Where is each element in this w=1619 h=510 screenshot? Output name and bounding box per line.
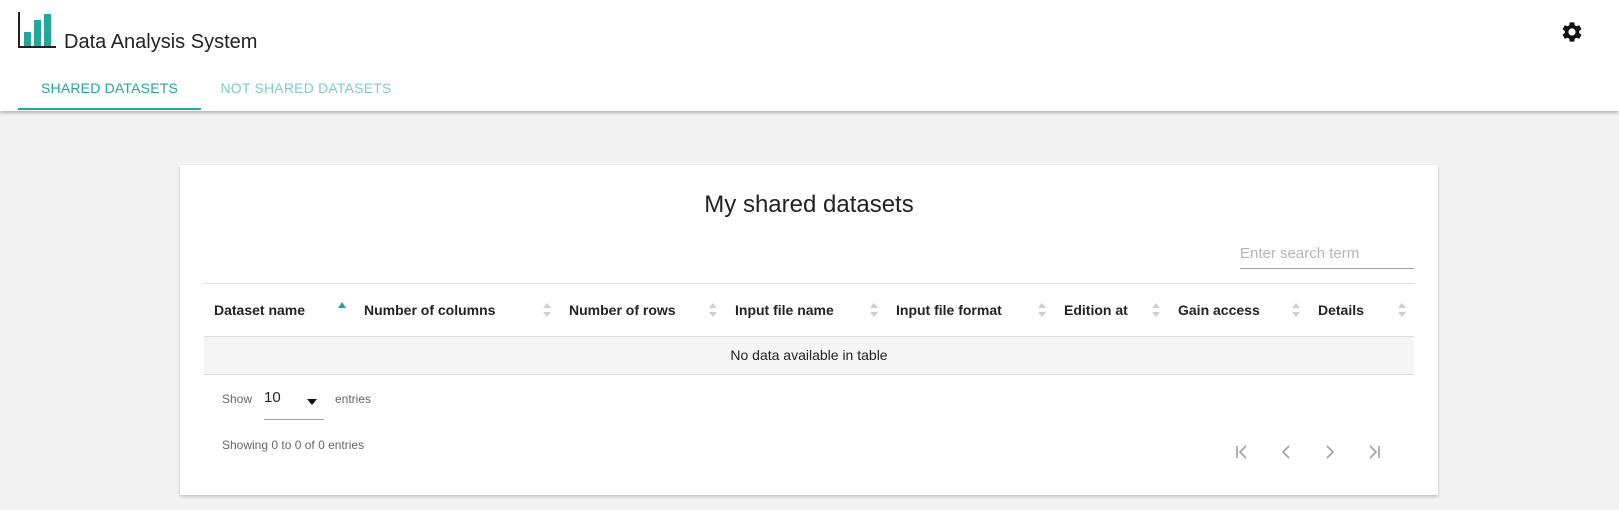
- first-page-icon[interactable]: [1231, 441, 1253, 463]
- show-label: Show: [222, 392, 253, 406]
- gear-icon[interactable]: [1560, 20, 1584, 44]
- tab-label: NOT SHARED DATASETS: [220, 80, 392, 96]
- column-header-edition-at[interactable]: Edition at: [1054, 284, 1168, 336]
- entries-per-page-value: 10: [264, 389, 281, 406]
- tab-label: SHARED DATASETS: [40, 80, 179, 96]
- app-title: Data Analysis System: [64, 31, 258, 53]
- column-header-label: Number of rows: [569, 302, 676, 318]
- next-page-icon[interactable]: [1319, 441, 1341, 463]
- column-header-gain-access[interactable]: Gain access: [1168, 284, 1308, 336]
- search-input[interactable]: [1240, 238, 1414, 269]
- card-title: My shared datasets: [704, 191, 914, 218]
- column-header-label: Edition at: [1064, 302, 1128, 318]
- column-header-input-file-name[interactable]: Input file name: [725, 284, 886, 336]
- sort-both-icon: [1398, 303, 1406, 317]
- entries-per-page-select[interactable]: 10: [264, 386, 324, 420]
- caret-down-icon: [307, 399, 317, 405]
- column-header-label: Details: [1318, 302, 1364, 318]
- empty-table-row: No data available in table: [204, 337, 1414, 375]
- column-header-number-of-columns[interactable]: Number of columns: [354, 284, 559, 336]
- sort-both-icon: [870, 303, 878, 317]
- tab-not-shared-datasets[interactable]: NOT SHARED DATASETS: [201, 80, 411, 111]
- previous-page-icon[interactable]: [1275, 441, 1297, 463]
- column-header-label: Input file name: [735, 302, 834, 318]
- sort-both-icon: [709, 303, 717, 317]
- column-header-input-file-format[interactable]: Input file format: [886, 284, 1054, 336]
- tab-shared-datasets[interactable]: SHARED DATASETS: [18, 80, 201, 111]
- column-header-label: Gain access: [1178, 302, 1260, 318]
- column-header-label: Input file format: [896, 302, 1002, 318]
- active-tab-indicator: [18, 108, 201, 110]
- table-header-row: Dataset name Number of columns Number of…: [204, 284, 1414, 337]
- sort-both-icon: [1292, 303, 1300, 317]
- sort-ascending-icon: [338, 302, 346, 308]
- bar-chart-logo: [18, 12, 56, 48]
- empty-table-message: No data available in table: [730, 347, 888, 363]
- column-header-label: Number of columns: [364, 302, 496, 318]
- column-header-label: Dataset name: [214, 302, 306, 318]
- datasets-table: Dataset name Number of columns Number of…: [204, 283, 1414, 375]
- sort-both-icon: [543, 303, 551, 317]
- column-header-number-of-rows[interactable]: Number of rows: [559, 284, 725, 336]
- sort-both-icon: [1152, 303, 1160, 317]
- column-header-dataset-name[interactable]: Dataset name: [204, 284, 354, 336]
- column-header-details[interactable]: Details: [1308, 284, 1414, 336]
- top-app-bar: Data Analysis System SHARED DATASETS NOT…: [0, 0, 1619, 111]
- entries-label: entries: [335, 392, 372, 406]
- table-info: Showing 0 to 0 of 0 entries: [222, 438, 365, 452]
- last-page-icon[interactable]: [1363, 441, 1385, 463]
- sort-both-icon: [1038, 303, 1046, 317]
